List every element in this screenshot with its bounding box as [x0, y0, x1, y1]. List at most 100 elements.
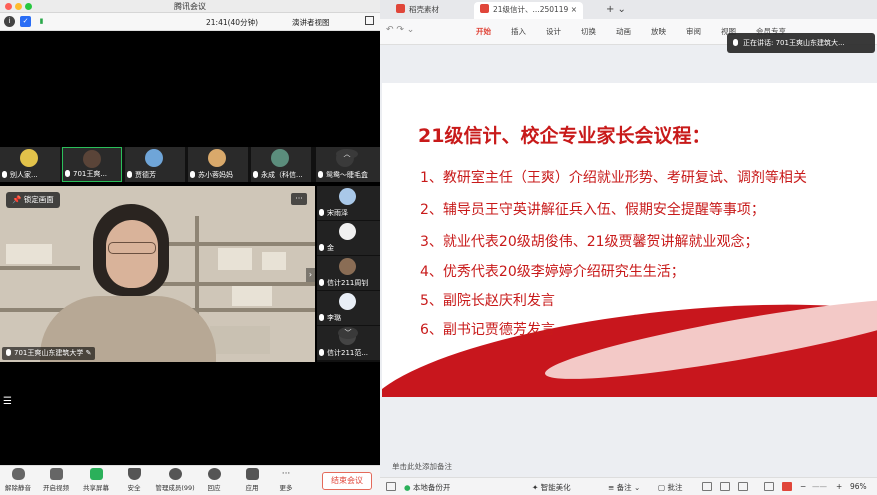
notes-placeholder: 单击此处添加备注 — [392, 462, 452, 471]
mic-icon — [253, 171, 258, 178]
lock-view-label: 锁定画面 — [23, 195, 54, 204]
camera-off-icon — [49, 468, 63, 480]
signal-icon: ▮ — [39, 17, 44, 25]
participant-tile[interactable]: 宋雨泽 — [317, 186, 380, 221]
bookshelf — [0, 266, 80, 270]
slide-thumbnail-icon[interactable] — [386, 482, 396, 491]
shelf-box — [210, 326, 270, 354]
participant-name: 苏小蓉妈妈 — [198, 171, 233, 179]
ribbon-tab-animation[interactable]: 动画 — [616, 26, 631, 37]
unmute-button[interactable]: 解除静音 — [0, 468, 36, 492]
agenda-item: 6、副书记贾德芳发言 — [420, 322, 555, 338]
more-icon[interactable]: ··· — [291, 193, 307, 205]
zoom-slider[interactable]: —— — [812, 482, 827, 491]
zoom-in-icon[interactable]: + — [836, 482, 842, 491]
more-button[interactable]: ··· 更多 — [268, 468, 304, 492]
ribbon-tab-transition[interactable]: 切换 — [581, 26, 596, 37]
mic-icon — [65, 170, 70, 177]
main-video[interactable]: 📌 锁定画面 ··· 701王爽山东建筑大学 ✎ › — [0, 186, 315, 362]
agenda-item: 2、辅导员王守英讲解征兵入伍、假期安全提醒等事项； — [420, 202, 765, 218]
reading-view-icon[interactable] — [738, 482, 748, 491]
avatar — [339, 293, 356, 310]
participant-tile[interactable]: 金 — [317, 221, 380, 256]
avatar — [208, 149, 226, 167]
meeting-window: 腾讯会议 i ✓ ▮ 21:41(40分钟) 演讲者视图 别人家... 701王… — [0, 0, 380, 495]
participant-thumbnail[interactable]: 701王爽... — [62, 147, 122, 182]
control-label: 应用 — [245, 484, 259, 492]
view-mode-select[interactable]: 演讲者视图 — [292, 17, 330, 28]
tab-docer-materials[interactable]: 稻壳素材 — [390, 2, 445, 19]
avatar — [145, 149, 163, 167]
wps-status-bar: ● 本地备份开 ✦ 智能美化 ≡ 备注 ⌄ ▢ 批注 − —— + 96% — [380, 477, 877, 495]
ribbon-tab-review[interactable]: 审阅 — [686, 26, 701, 37]
sorter-view-icon[interactable] — [720, 482, 730, 491]
mic-off-icon — [11, 468, 25, 480]
notes-button[interactable]: ≡ 备注 ⌄ — [608, 482, 640, 493]
ppt-icon — [480, 4, 489, 13]
shelf-box — [218, 248, 252, 270]
zoom-level[interactable]: 96% — [850, 482, 867, 491]
participant-name: 李璐 — [327, 314, 341, 322]
participant-name: 别人家... — [10, 171, 38, 179]
beautify-label: 智能美化 — [540, 483, 571, 492]
mic-icon — [190, 171, 195, 178]
apps-button[interactable]: 应用 — [234, 468, 270, 492]
chevron-down-icon[interactable]: ﹀ — [338, 327, 358, 339]
participant-name: 金 — [327, 244, 334, 252]
chevron-right-icon[interactable]: › — [306, 268, 315, 282]
presenter-view-icon[interactable] — [764, 482, 774, 491]
mic-icon — [319, 244, 324, 251]
start-video-button[interactable]: 开启视频 — [38, 468, 74, 492]
more-dots-icon: ··· — [281, 469, 291, 479]
backup-status[interactable]: ● 本地备份开 — [404, 482, 450, 493]
smart-beautify-button[interactable]: ✦ 智能美化 — [532, 482, 571, 493]
participant-tile[interactable]: 信计211周钊 — [317, 256, 380, 291]
tab-presentation[interactable]: 21级信计、...250119 × — [474, 2, 583, 19]
docer-icon — [396, 4, 405, 13]
ribbon-tab-insert[interactable]: 插入 — [511, 26, 526, 37]
shield-icon[interactable]: ✓ — [20, 16, 31, 27]
slide-canvas[interactable]: 21级信计、校企专业家长会议程： 1、教研室主任（王爽）介绍就业形势、考研复试、… — [382, 83, 877, 397]
lock-view-button[interactable]: 📌 锁定画面 — [6, 192, 60, 208]
participant-name: 信计211周钊 — [327, 279, 369, 287]
avatar — [339, 188, 356, 205]
chat-list-icon[interactable]: ☰ — [3, 396, 15, 408]
participant-name: 鸳鸯～睫毛盒 — [326, 171, 368, 179]
bookshelf — [150, 242, 315, 246]
info-icon[interactable]: i — [4, 16, 15, 27]
participant-tile[interactable]: 李璐 — [317, 291, 380, 326]
new-tab-button[interactable]: + ⌄ — [600, 2, 632, 19]
shield-icon — [127, 468, 141, 480]
ribbon-tab-home[interactable]: 开始 — [476, 26, 491, 37]
participant-thumbnail[interactable]: 别人家... — [0, 147, 60, 182]
participant-thumbnail[interactable]: 永成（科信... — [251, 147, 311, 182]
wps-tab-bar: 稻壳素材 21级信计、...250119 × + ⌄ — [380, 0, 877, 19]
agenda-item: 1、教研室主任（王爽）介绍就业形势、考研复试、调剂等相关 — [420, 170, 807, 186]
participant-thumbnail[interactable]: 苏小蓉妈妈 — [188, 147, 248, 182]
control-label: 管理成员(99) — [155, 484, 195, 492]
avatar — [271, 149, 289, 167]
manage-members-button[interactable]: 管理成员(99) — [154, 468, 196, 492]
ribbon-tab-design[interactable]: 设计 — [546, 26, 561, 37]
share-screen-button[interactable]: 共享屏幕 — [78, 468, 114, 492]
participant-thumbnail[interactable]: 贾德芳 — [125, 147, 185, 182]
control-label: 开启视频 — [43, 484, 69, 492]
undo-icon[interactable]: ↶ ↷ ⌄ — [386, 25, 414, 35]
zoom-out-icon[interactable]: − — [800, 482, 806, 491]
chevron-up-icon[interactable]: ︿ — [336, 149, 358, 159]
ribbon-tab-slideshow[interactable]: 放映 — [651, 26, 666, 37]
participant-name: 永成（科信... — [261, 171, 303, 179]
emoji-icon — [207, 468, 221, 480]
agenda-item: 3、就业代表20级胡俊伟、21级贾馨贺讲解就业观念； — [420, 234, 759, 250]
tab-label: 21级信计、...250119 — [493, 5, 569, 14]
normal-view-icon[interactable] — [702, 482, 712, 491]
mic-icon — [6, 349, 11, 356]
reaction-button[interactable]: 回应 — [196, 468, 232, 492]
play-slideshow-icon[interactable] — [782, 482, 792, 491]
end-meeting-button[interactable]: 结束会议 — [322, 472, 372, 490]
notes-pane[interactable]: 单击此处添加备注 — [380, 458, 877, 475]
fullscreen-icon[interactable] — [365, 16, 374, 25]
participant-thumbnail-strip: 别人家... 701王爽... 贾德芳 苏小蓉妈妈 永成（科信... 鸳鸯～睫毛… — [0, 147, 380, 182]
comments-button[interactable]: ▢ 批注 — [658, 482, 682, 493]
security-button[interactable]: 安全 — [116, 468, 152, 492]
